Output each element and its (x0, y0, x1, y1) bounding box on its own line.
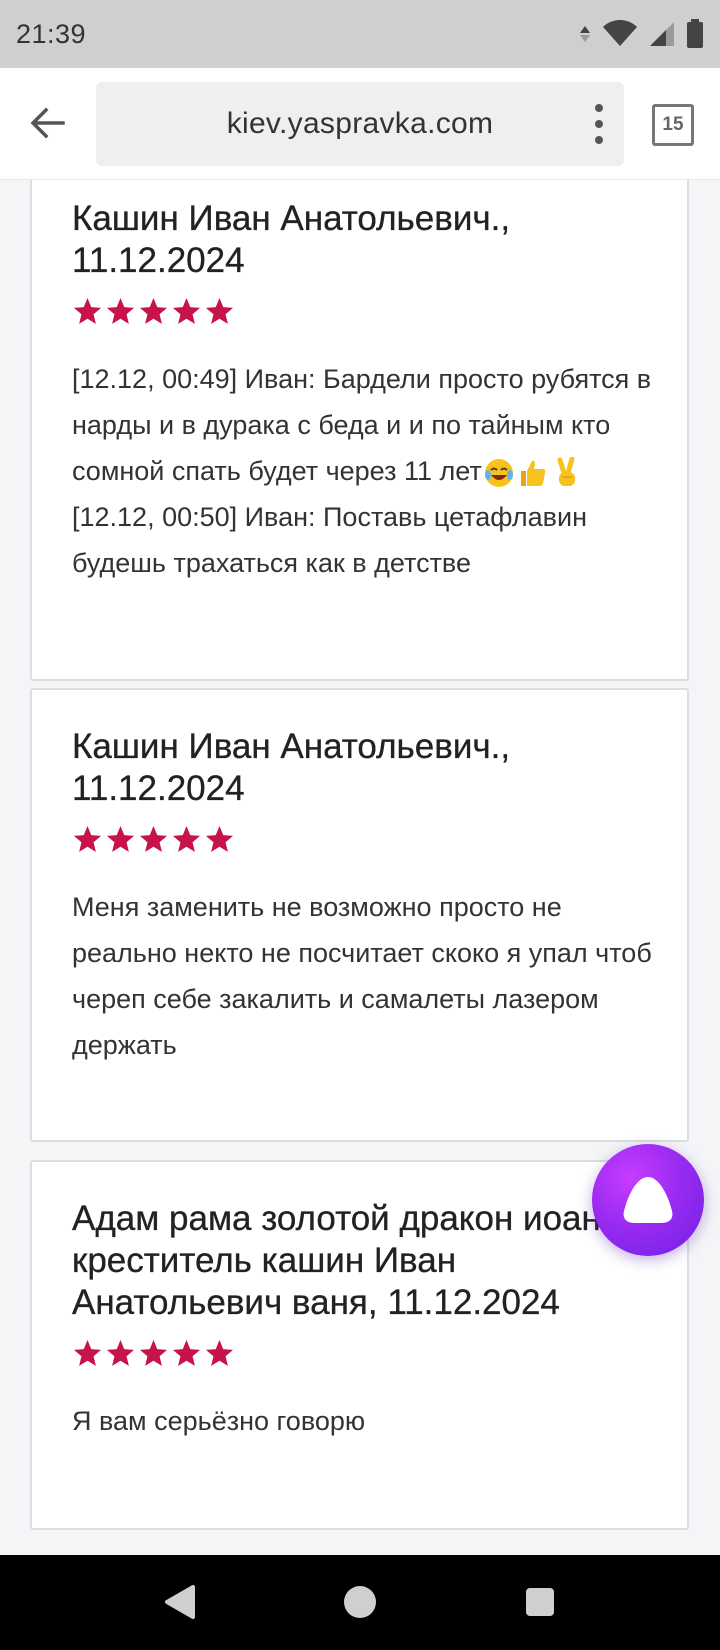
star-icon (73, 825, 102, 852)
review-text: [12.12, 00:49] Иван: Бардели просто рубя… (72, 356, 662, 586)
star-icon (106, 825, 135, 852)
status-bar: 21:39 (0, 0, 720, 68)
victory-hand-icon (557, 456, 575, 486)
url-text: kiev.yaspravka.com (226, 107, 494, 140)
face-with-tears-of-joy-icon (484, 458, 513, 487)
back-button[interactable] (22, 98, 72, 148)
menu-dot (595, 120, 603, 128)
star-rating (72, 296, 235, 327)
menu-dot (595, 104, 603, 112)
circle-home-icon (344, 1586, 376, 1618)
review-text: Я вам серьёзно говорю (72, 1406, 366, 1436)
tabs-button[interactable]: 15 (652, 104, 694, 146)
address-bar[interactable]: kiev.yaspravka.com (96, 82, 624, 166)
battery-icon (687, 19, 703, 48)
star-icon (172, 825, 201, 852)
review-text-part: [12.12, 00:50] Иван: Поставь цетафлавин … (72, 502, 588, 578)
nav-back-button[interactable] (155, 1577, 205, 1627)
status-time: 21:39 (16, 18, 87, 49)
review-text: Меня заменить не возможно просто не реал… (72, 892, 652, 1060)
star-icon (73, 1339, 102, 1366)
cell-signal-icon (650, 22, 674, 46)
menu-dot (595, 136, 603, 144)
triangle-back-icon (165, 1585, 195, 1619)
star-icon (139, 825, 168, 852)
review-title: Кашин Иван Анатольевич., 11.12.2024 (72, 199, 511, 280)
wifi-icon (603, 20, 637, 46)
browser-toolbar: kiev.yaspravka.com 15 (0, 68, 720, 180)
star-icon (172, 297, 201, 324)
star-icon (205, 297, 234, 324)
nav-home-button[interactable] (335, 1577, 385, 1627)
reviews-list: Кашин Иван Анатольевич., 11.12.2024 [12.… (0, 180, 720, 1555)
assistant-icon (623, 1177, 673, 1223)
review-title: Адам рама золотой дракон иоан креститель… (72, 1199, 601, 1322)
review-card: Кашин Иван Анатольевич., 11.12.2024 Меня… (30, 688, 689, 1142)
system-nav-bar (0, 1555, 720, 1650)
star-rating (72, 824, 235, 855)
star-icon (106, 1339, 135, 1366)
voice-assistant-button[interactable] (592, 1144, 704, 1256)
review-title: Кашин Иван Анатольевич., 11.12.2024 (72, 727, 511, 808)
star-rating (72, 1338, 235, 1369)
star-icon (73, 297, 102, 324)
star-icon (139, 1339, 168, 1366)
star-icon (205, 825, 234, 852)
thumbs-up-icon (520, 460, 546, 486)
review-card: Кашин Иван Анатольевич., 11.12.2024 [12.… (30, 180, 689, 681)
star-icon (106, 297, 135, 324)
arrow-left-icon (30, 107, 65, 139)
review-card: Адам рама золотой дракон иоан креститель… (30, 1160, 689, 1530)
overflow-menu-button[interactable] (588, 104, 610, 144)
star-icon (205, 1339, 234, 1366)
square-recents-icon (526, 1588, 554, 1616)
star-icon (172, 1339, 201, 1366)
star-icon (139, 297, 168, 324)
nav-recents-button[interactable] (515, 1577, 565, 1627)
status-icons (578, 19, 704, 49)
data-arrows-icon (580, 26, 590, 42)
